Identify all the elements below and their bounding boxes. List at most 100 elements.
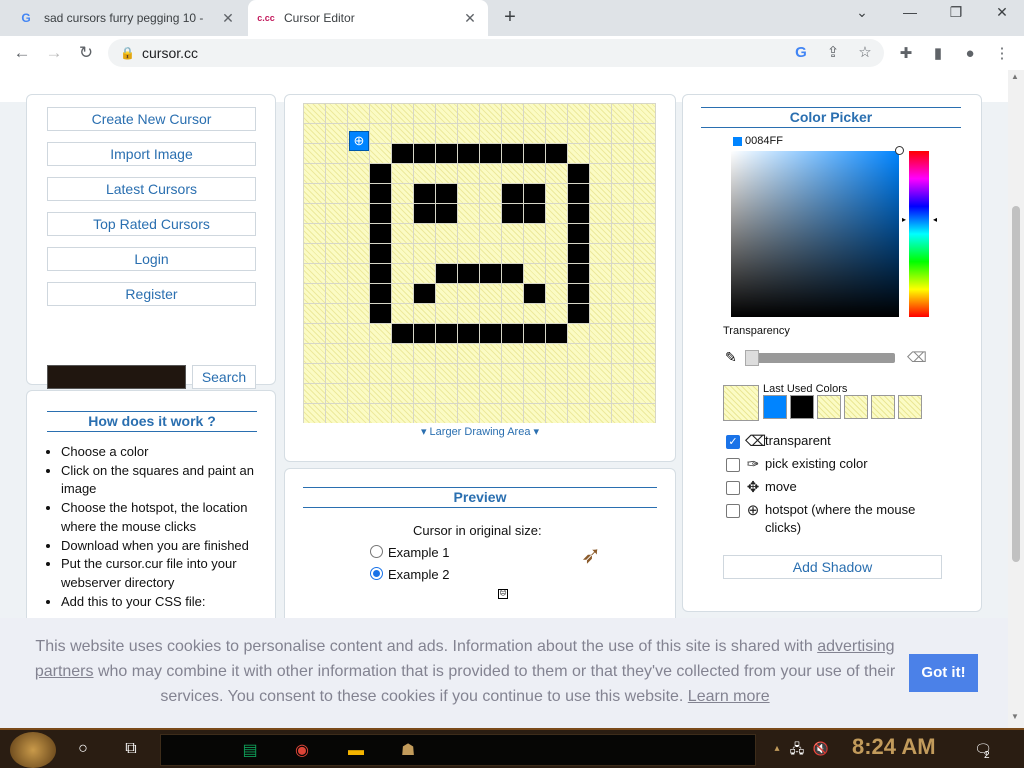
- volume-muted-icon[interactable]: 🔇: [808, 736, 834, 762]
- grid-pixel-black[interactable]: [414, 184, 435, 203]
- grid-pixel-black[interactable]: [414, 284, 435, 303]
- grid-pixel-black[interactable]: [458, 324, 479, 343]
- task-view-icon[interactable]: ⧉: [118, 736, 144, 762]
- transparency-slider[interactable]: [745, 350, 895, 366]
- close-icon[interactable]: ✕: [462, 10, 478, 27]
- grid-pixel-black[interactable]: [370, 204, 391, 223]
- move-label[interactable]: move: [765, 478, 797, 496]
- grid-pixel-black[interactable]: [524, 324, 545, 343]
- search-button[interactable]: Search: [192, 365, 256, 389]
- restore-button[interactable]: ❐: [942, 4, 970, 26]
- grid-pixel-black[interactable]: [546, 144, 567, 163]
- grid-pixel-black[interactable]: [524, 204, 545, 223]
- tab-cursor-editor[interactable]: c.cc Cursor Editor ✕: [248, 0, 488, 36]
- last-used-blue-swatch[interactable]: [763, 395, 787, 419]
- share-icon[interactable]: ⇪: [824, 44, 842, 62]
- grid-pixel-black[interactable]: [414, 204, 435, 223]
- reload-icon[interactable]: ↻: [76, 43, 96, 63]
- grid-pixel-black[interactable]: [568, 204, 589, 223]
- grid-pixel-black[interactable]: [568, 184, 589, 203]
- hotspot-crosshair-icon[interactable]: ⊕: [349, 131, 369, 151]
- top-rated-cursors-link[interactable]: Top Rated Cursors: [47, 212, 256, 236]
- grid-pixel-black[interactable]: [370, 284, 391, 303]
- grid-pixel-black[interactable]: [392, 144, 413, 163]
- scrollbar-thumb[interactable]: [1012, 206, 1020, 562]
- grid-pixel-black[interactable]: [480, 144, 501, 163]
- grid-pixel-black[interactable]: [458, 264, 479, 283]
- grid-pixel-black[interactable]: [568, 284, 589, 303]
- add-shadow-button[interactable]: Add Shadow: [723, 555, 942, 579]
- got-it-button[interactable]: Got it!: [909, 654, 978, 692]
- saturation-picker[interactable]: [731, 146, 904, 317]
- larger-drawing-area-link[interactable]: ▾ Larger Drawing Area ▾: [285, 425, 675, 438]
- grid-pixel-black[interactable]: [568, 164, 589, 183]
- pick-existing-color-label[interactable]: pick existing color: [765, 455, 868, 473]
- grid-pixel-black[interactable]: [414, 144, 435, 163]
- latest-cursors-link[interactable]: Latest Cursors: [47, 177, 256, 201]
- last-used-transparent-swatch[interactable]: [898, 395, 922, 419]
- forward-arrow-icon[interactable]: →: [44, 43, 64, 63]
- last-used-black-swatch[interactable]: [790, 395, 814, 419]
- login-link[interactable]: Login: [47, 247, 256, 271]
- grid-pixel-black[interactable]: [414, 324, 435, 343]
- example-1-radio[interactable]: [370, 545, 383, 558]
- start-button[interactable]: [10, 732, 56, 768]
- taskbar-clock[interactable]: 8:24 AM: [852, 734, 936, 760]
- grid-pixel-black[interactable]: [524, 284, 545, 303]
- grid-pixel-black[interactable]: [436, 184, 457, 203]
- drawing-grid[interactable]: ⊕: [303, 103, 656, 423]
- hotspot-label[interactable]: hotspot (where the mouse clicks): [765, 501, 935, 537]
- extensions-puzzle-icon[interactable]: ✚: [897, 45, 915, 63]
- hue-arrow-right-icon[interactable]: ◂: [933, 215, 937, 224]
- search-input[interactable]: [47, 365, 186, 389]
- cortana-circle-icon[interactable]: ○: [70, 736, 96, 762]
- grid-pixel-black[interactable]: [568, 224, 589, 243]
- app-icon[interactable]: ☗: [395, 738, 421, 764]
- google-lens-icon[interactable]: G: [792, 44, 810, 62]
- grid-pixel-black[interactable]: [436, 144, 457, 163]
- move-checkbox[interactable]: [726, 481, 740, 495]
- grid-pixel-black[interactable]: [480, 264, 501, 283]
- current-transparent-swatch[interactable]: [723, 385, 759, 421]
- grid-pixel-black[interactable]: [502, 324, 523, 343]
- grid-pixel-black[interactable]: [370, 224, 391, 243]
- close-icon[interactable]: ✕: [220, 10, 236, 27]
- last-used-transparent-swatch[interactable]: [844, 395, 868, 419]
- side-panel-icon[interactable]: ▮: [929, 45, 947, 63]
- grid-pixel-black[interactable]: [370, 184, 391, 203]
- tab-google-search[interactable]: G sad cursors furry pegging 10 - ✕: [8, 0, 246, 36]
- grid-pixel-black[interactable]: [370, 304, 391, 323]
- lock-icon[interactable]: 🔒: [120, 46, 135, 60]
- grid-pixel-black[interactable]: [436, 324, 457, 343]
- network-icon[interactable]: 🖧: [784, 736, 810, 762]
- example-2-radio[interactable]: [370, 567, 383, 580]
- chrome-icon[interactable]: ◉: [289, 738, 315, 764]
- menu-kebab-icon[interactable]: ⋮: [993, 45, 1011, 63]
- hotspot-checkbox[interactable]: [726, 504, 740, 518]
- pick-existing-color-checkbox[interactable]: [726, 458, 740, 472]
- google-sheets-icon[interactable]: ▤: [237, 738, 263, 764]
- last-used-transparent-swatch[interactable]: [817, 395, 841, 419]
- grid-pixel-black[interactable]: [524, 144, 545, 163]
- profile-avatar-icon[interactable]: ●: [961, 45, 979, 63]
- notifications-icon[interactable]: 🗨: [970, 736, 996, 762]
- transparent-checkbox[interactable]: ✓: [726, 435, 740, 449]
- grid-pixel-black[interactable]: [480, 324, 501, 343]
- close-window-button[interactable]: ✕: [988, 4, 1016, 26]
- grid-pixel-black[interactable]: [370, 244, 391, 263]
- saturation-handle[interactable]: [895, 146, 904, 155]
- grid-pixel-black[interactable]: [458, 144, 479, 163]
- hue-slider[interactable]: ▸ ◂: [902, 151, 937, 317]
- minimize-button[interactable]: —: [896, 4, 924, 26]
- grid-pixel-black[interactable]: [568, 244, 589, 263]
- transparency-handle[interactable]: [745, 350, 759, 366]
- example-2-label[interactable]: Example 2: [388, 567, 449, 582]
- hue-arrow-left-icon[interactable]: ▸: [902, 215, 906, 224]
- file-explorer-icon[interactable]: ▬: [343, 738, 369, 764]
- register-link[interactable]: Register: [47, 282, 256, 306]
- back-arrow-icon[interactable]: ←: [12, 43, 32, 63]
- transparent-label[interactable]: transparent: [765, 432, 831, 450]
- grid-pixel-black[interactable]: [568, 264, 589, 283]
- grid-pixel-black[interactable]: [546, 324, 567, 343]
- scroll-down-arrow-icon[interactable]: ▼: [1011, 712, 1019, 721]
